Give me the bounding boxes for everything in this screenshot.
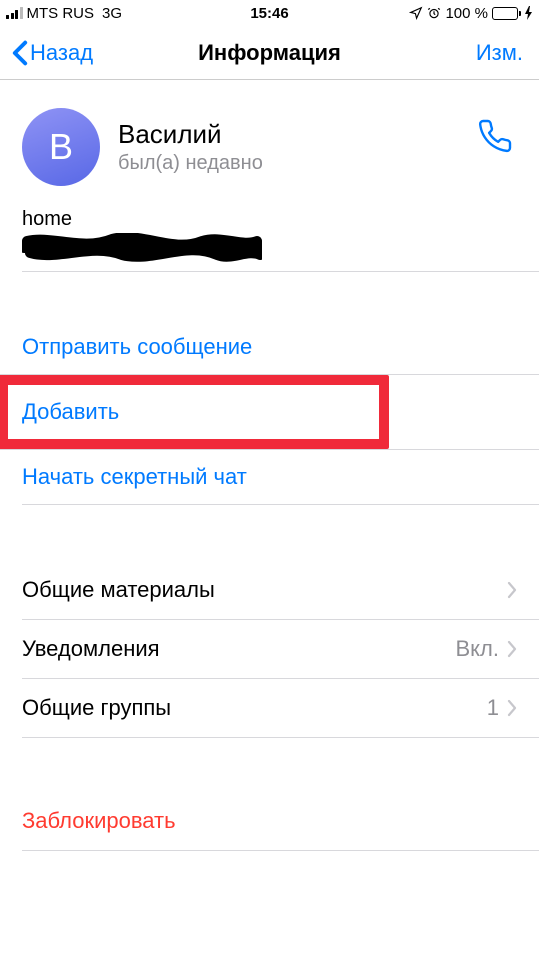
phone-number-redacted[interactable] [22, 233, 262, 263]
status-time: 15:46 [250, 5, 288, 22]
block-user-button[interactable]: Заблокировать [0, 792, 539, 850]
location-icon [409, 6, 423, 20]
highlight-annotation: Добавить [0, 375, 389, 449]
avatar[interactable]: В [22, 108, 100, 186]
back-button[interactable]: Назад [12, 40, 93, 66]
phone-section: home [0, 208, 539, 271]
shared-media-row[interactable]: Общие материалы [0, 561, 539, 619]
common-groups-label: Общие группы [22, 695, 487, 721]
status-bar: MTS RUS 3G 15:46 100 % [0, 0, 539, 26]
status-left: MTS RUS 3G [6, 5, 122, 22]
separator [22, 850, 539, 851]
separator [22, 737, 539, 738]
common-groups-value: 1 [487, 695, 499, 721]
battery-icon [492, 7, 521, 20]
contact-status: был(а) недавно [118, 152, 263, 175]
shared-media-label: Общие материалы [22, 577, 507, 603]
send-message-button[interactable]: Отправить сообщение [0, 320, 539, 374]
charging-icon [525, 6, 533, 20]
battery-percent: 100 % [445, 5, 488, 22]
network-label: 3G [102, 5, 122, 22]
common-groups-row[interactable]: Общие группы 1 [0, 679, 539, 737]
chevron-left-icon [12, 40, 28, 66]
start-secret-chat-button[interactable]: Начать секретный чат [0, 450, 539, 504]
phone-type-label: home [22, 208, 517, 231]
back-label: Назад [30, 40, 93, 66]
call-button[interactable] [477, 118, 513, 159]
nav-bar: Назад Информация Изм. [0, 26, 539, 80]
notifications-label: Уведомления [22, 636, 456, 662]
signal-strength-icon [6, 7, 23, 19]
alarm-icon [427, 6, 441, 20]
chevron-right-icon [507, 640, 517, 658]
notifications-row[interactable]: Уведомления Вкл. [0, 620, 539, 678]
chevron-right-icon [507, 699, 517, 717]
phone-icon [477, 118, 513, 154]
actions-section: Отправить сообщение Добавить Начать секр… [0, 320, 539, 505]
page-title: Информация [198, 40, 341, 66]
status-right: 100 % [409, 5, 533, 22]
chevron-right-icon [507, 581, 517, 599]
separator [22, 271, 539, 272]
profile-header: В Василий был(а) недавно [0, 80, 539, 208]
separator [22, 504, 539, 505]
carrier-label: MTS RUS [27, 5, 95, 22]
redaction-scribble [22, 233, 262, 263]
block-section: Заблокировать [0, 792, 539, 851]
add-to-contacts-button[interactable]: Добавить [8, 385, 379, 439]
notifications-value: Вкл. [456, 636, 500, 662]
settings-section: Общие материалы Уведомления Вкл. Общие г… [0, 561, 539, 738]
edit-button[interactable]: Изм. [476, 40, 523, 66]
avatar-initial: В [49, 126, 73, 168]
contact-name: Василий [118, 119, 263, 150]
